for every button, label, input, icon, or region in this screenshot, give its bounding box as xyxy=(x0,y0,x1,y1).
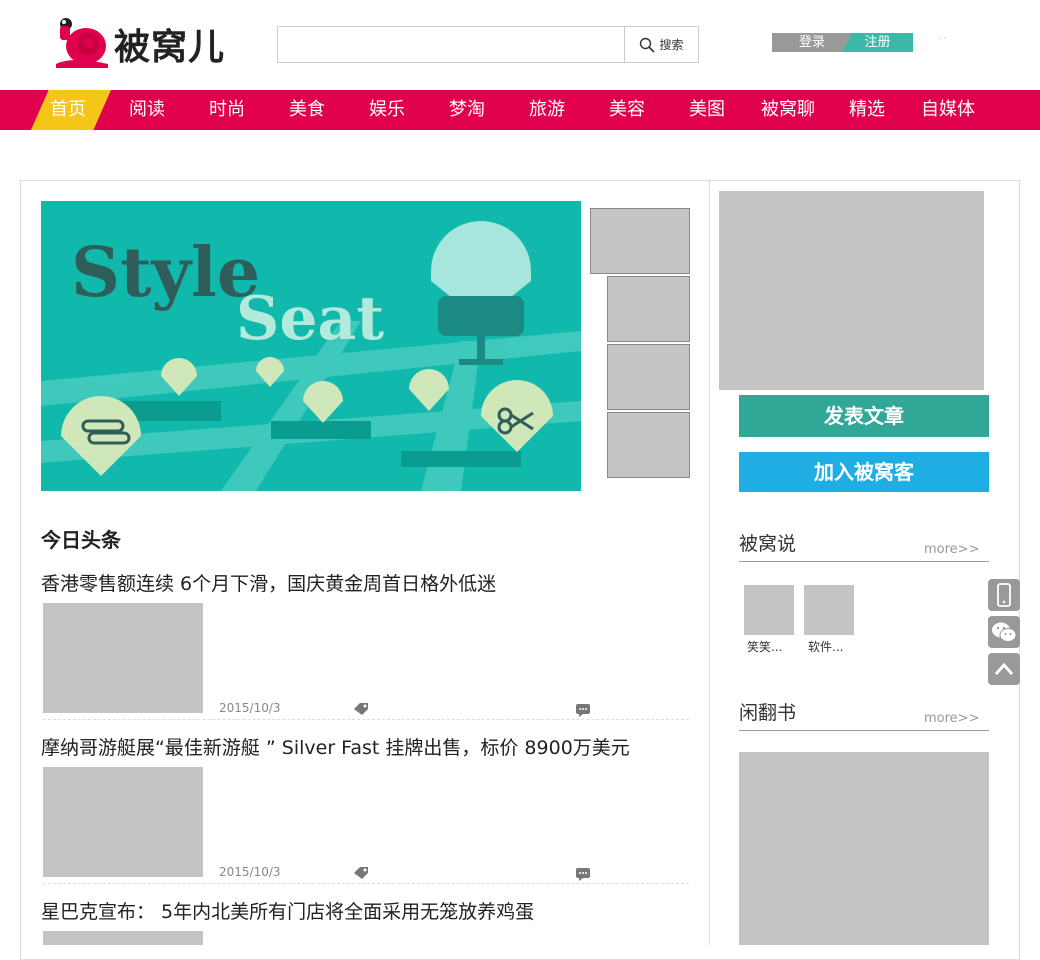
mobile-icon xyxy=(997,583,1011,607)
more-link[interactable]: more>> xyxy=(924,542,979,557)
article-title[interactable]: 摩纳哥游艇展“最佳新游艇 ” Silver Fast 挂牌出售，标价 8900万… xyxy=(41,733,630,760)
column-divider xyxy=(709,181,710,945)
sidebar-item-caption[interactable]: 软件... xyxy=(808,638,843,655)
search-input[interactable] xyxy=(278,27,625,62)
nav-item-photos[interactable]: 美图 xyxy=(681,90,733,130)
comment-icon[interactable] xyxy=(575,867,591,881)
comment-icon[interactable] xyxy=(575,703,591,717)
tag-icon[interactable] xyxy=(353,702,369,716)
section-title-headlines: 今日头条 xyxy=(41,528,121,552)
login-button[interactable]: 登录 xyxy=(772,33,852,52)
join-button[interactable]: 加入被窝客 xyxy=(739,452,989,492)
nav-item-fashion[interactable]: 时尚 xyxy=(201,90,253,130)
banner-text-seat: Seat xyxy=(236,284,384,354)
back-to-top-icon xyxy=(994,662,1014,675)
sidebar-ad-image[interactable] xyxy=(719,191,984,390)
tag-icon[interactable] xyxy=(353,866,369,880)
site-header: 被窝儿 搜索 登录 注册 ·· xyxy=(0,0,1040,90)
nav-item-entertainment[interactable]: 娱乐 xyxy=(361,90,413,130)
mobile-button[interactable] xyxy=(988,579,1020,611)
banner-text-style: Style xyxy=(71,233,260,313)
article-date: 2015/10/3 xyxy=(219,865,281,879)
nav-item-food[interactable]: 美食 xyxy=(281,90,333,130)
article-thumbnail[interactable] xyxy=(43,603,203,713)
article-thumbnail[interactable] xyxy=(43,767,203,877)
section-underline xyxy=(739,561,989,562)
banner-thumb[interactable] xyxy=(607,412,690,478)
article-title[interactable]: 香港零售额连续 6个月下滑，国庆黄金周首日格外低迷 xyxy=(41,569,496,596)
wechat-button[interactable] xyxy=(988,616,1020,648)
search-button[interactable]: 搜索 xyxy=(625,27,698,62)
sidebar-item-thumb[interactable] xyxy=(804,585,854,635)
logo-text: 被窝儿 xyxy=(114,27,226,68)
sidebar-item-thumb[interactable] xyxy=(744,585,794,635)
sidebar-book-image[interactable] xyxy=(739,752,989,945)
nav-item-travel[interactable]: 旅游 xyxy=(521,90,573,130)
more-dots: ·· xyxy=(938,34,949,45)
banner-thumb[interactable] xyxy=(607,344,690,410)
featured-banner[interactable]: Style Seat xyxy=(41,201,581,491)
publish-article-button[interactable]: 发表文章 xyxy=(739,395,989,437)
banner-thumb[interactable] xyxy=(590,208,690,274)
banner-thumb[interactable] xyxy=(607,276,690,342)
nav-item-self-media[interactable]: 自媒体 xyxy=(914,90,982,130)
register-button[interactable]: 注册 xyxy=(842,33,913,52)
article-divider xyxy=(43,719,689,720)
sidebar-item-caption[interactable]: 笑笑... xyxy=(747,638,782,655)
sidebar-section-title: 闲翻书 xyxy=(739,702,797,724)
nav-item-shopping[interactable]: 梦淘 xyxy=(441,90,493,130)
search-icon xyxy=(640,37,656,53)
nav-item-read[interactable]: 阅读 xyxy=(121,90,173,130)
site-logo[interactable]: 被窝儿 xyxy=(52,12,242,68)
nav-item-featured[interactable]: 精选 xyxy=(841,90,893,130)
article-thumbnail[interactable] xyxy=(43,931,203,945)
article-title[interactable]: 星巴克宣布： 5年内北美所有门店将全面采用无笼放养鸡蛋 xyxy=(41,897,534,924)
sidebar-section-title: 被窝说 xyxy=(739,533,797,555)
back-to-top-button[interactable] xyxy=(988,653,1020,685)
nav-item-beauty[interactable]: 美容 xyxy=(601,90,653,130)
article-divider xyxy=(43,883,689,884)
article-date: 2015/10/3 xyxy=(219,701,281,715)
section-underline xyxy=(739,730,989,731)
more-link[interactable]: more>> xyxy=(924,711,979,726)
wechat-icon xyxy=(992,622,1017,642)
search-button-label: 搜索 xyxy=(659,38,684,52)
nav-item-home[interactable]: 首页 xyxy=(42,90,94,130)
search-bar: 搜索 xyxy=(277,26,699,63)
banner-illustration: Style Seat xyxy=(41,201,581,491)
snail-logo-icon xyxy=(56,18,108,68)
main-nav: 首页 阅读 时尚 美食 娱乐 梦淘 旅游 美容 美图 被窝聊 精选 自媒体 xyxy=(0,90,1040,130)
nav-item-chat[interactable]: 被窝聊 xyxy=(754,90,822,130)
